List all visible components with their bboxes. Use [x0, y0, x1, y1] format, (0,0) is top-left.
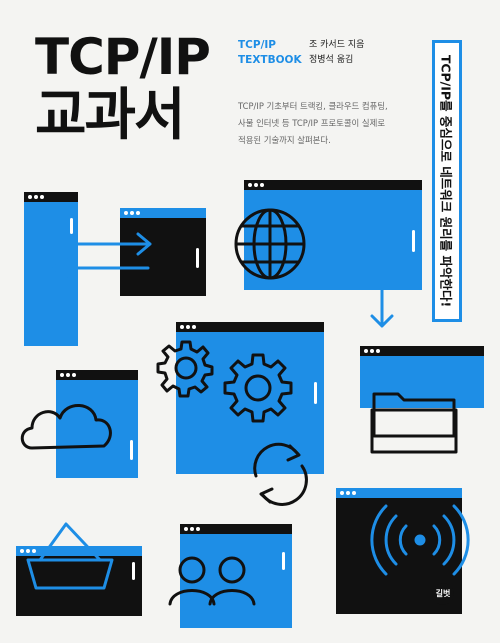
- basket-icon: [26, 522, 114, 590]
- globe-icon: [234, 208, 306, 280]
- arrow-down-icon: [324, 270, 394, 328]
- refresh-icon: [253, 442, 308, 506]
- arrows-exchange-icon: [52, 232, 152, 280]
- users-icon: [168, 556, 256, 606]
- gear-icon: [156, 340, 293, 423]
- wifi-icon: [370, 504, 470, 576]
- illustration-overlay: [20, 208, 470, 606]
- publisher-logo: 길벗: [432, 583, 454, 605]
- folder-icon: [370, 392, 458, 454]
- cloud-icon: [20, 404, 112, 450]
